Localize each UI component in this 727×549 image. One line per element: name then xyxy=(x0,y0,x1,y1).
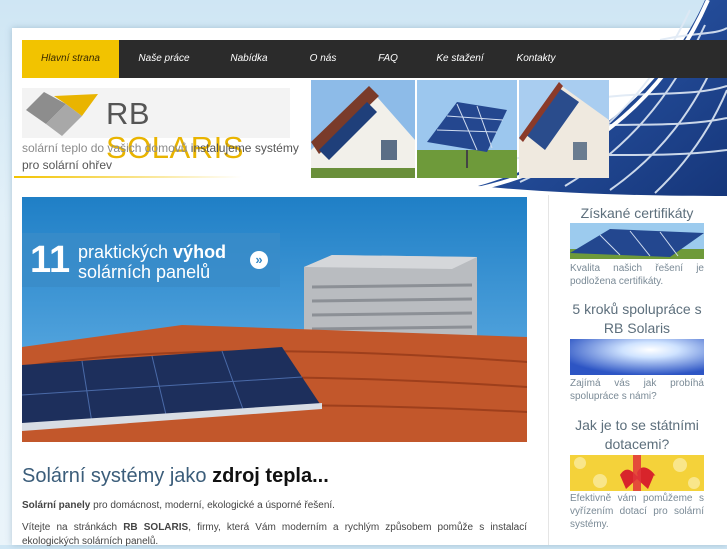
page-title-bold: zdroj tepla... xyxy=(212,465,329,487)
logo-panel-icon xyxy=(26,92,98,136)
sidebar-image-dotace[interactable] xyxy=(570,455,704,491)
page-title-plain: Solární systémy jako xyxy=(22,465,207,487)
hero-line-2: solárních panelů xyxy=(78,262,211,282)
sidebar-divider xyxy=(548,195,549,545)
nav-item-hlavni-strana[interactable]: Hlavní strana xyxy=(22,40,119,78)
nav-item-kontakty[interactable]: Kontakty xyxy=(501,40,571,78)
header-photo-field-panels xyxy=(417,80,517,178)
sidebar-text-spoluprace: Zajímá vás jak probíhá spolupráce s námi… xyxy=(570,378,704,402)
intro-paragraph-1: Solární panely pro domácnost, moderní, e… xyxy=(22,499,527,513)
nav-item-o-nas[interactable]: O nás xyxy=(289,40,357,78)
sidebar-text-certifikaty: Kvalita našich řešení je podložena certi… xyxy=(570,263,704,287)
tagline-divider xyxy=(14,176,242,178)
sidebar-image-spoluprace[interactable] xyxy=(570,339,704,375)
tagline: solární teplo do vašich domovů instaluje… xyxy=(22,140,312,174)
logo-text-main: RB xyxy=(106,96,151,131)
sidebar-title-spoluprace[interactable]: 5 kroků spolupráce s RB Solaris xyxy=(566,300,708,338)
tagline-light: solární teplo do vašich domovů xyxy=(22,141,188,155)
nav-item-faq[interactable]: FAQ xyxy=(357,40,419,78)
hero-number: 11 xyxy=(30,239,71,281)
intro-p2-start: Vítejte na stránkách xyxy=(22,522,118,533)
sidebar-title-certifikaty[interactable]: Získané certifikáty xyxy=(566,204,708,223)
hero-line-1-plain: praktických xyxy=(78,242,169,262)
hero-line-1-bold: výhod xyxy=(173,242,227,262)
hero-arrow-icon[interactable]: » xyxy=(250,251,268,269)
intro-p2-bold: RB SOLARIS xyxy=(123,522,189,533)
nav-item-ke-stazeni[interactable]: Ke stažení xyxy=(419,40,501,78)
intro-p1-rest: pro domácnost, moderní, ekologické a úsp… xyxy=(93,500,335,511)
main-navigation: Hlavní strana Naše práce Nabídka O nás F… xyxy=(22,40,727,78)
sidebar-title-dotace[interactable]: Jak je to se státními dotacemi? xyxy=(566,416,708,454)
nav-item-nase-prace[interactable]: Naše práce xyxy=(119,40,209,78)
header-photo-house-panels xyxy=(311,80,415,178)
nav-item-nabidka[interactable]: Nabídka xyxy=(209,40,289,78)
sidebar-image-certifikaty[interactable] xyxy=(570,223,704,259)
hero-line-1: praktických výhod xyxy=(78,242,226,262)
sidebar-text-dotace: Efektivně vám pomůžeme s vyřízením dotac… xyxy=(570,493,704,530)
site-logo[interactable]: RB SOLARIS xyxy=(22,88,290,165)
header-photo-roof-panels xyxy=(519,80,609,178)
page-title: Solární systémy jako zdroj tepla... xyxy=(22,465,329,488)
intro-p1-bold: Solární panely xyxy=(22,500,91,511)
